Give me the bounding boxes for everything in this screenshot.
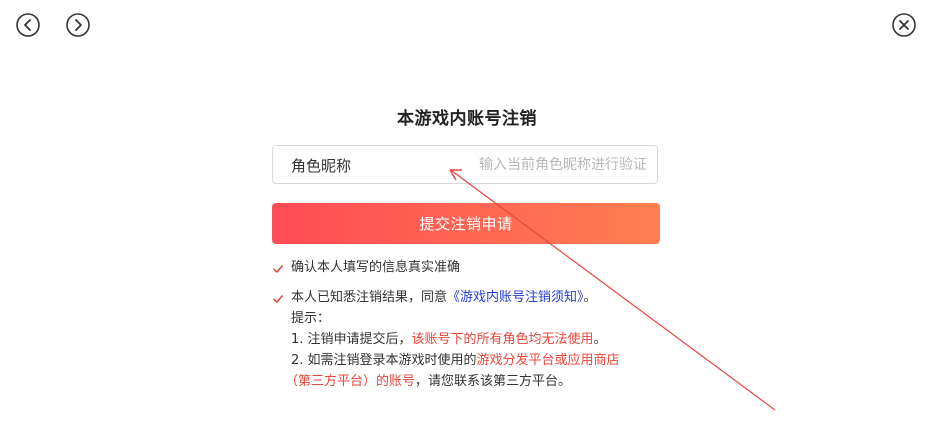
tip-2-highlight-2: （第三方平台）的账号 — [285, 374, 416, 389]
nickname-input[interactable] — [427, 152, 647, 177]
tip-2-highlight-1: 游戏分发平台或应用商店 — [476, 353, 620, 368]
agree-terms-suffix: 。 — [583, 290, 597, 305]
tip-1-prefix: 1. 注销申请提交后， — [291, 332, 412, 347]
checkmark-icon[interactable] — [272, 292, 284, 304]
back-button[interactable] — [16, 13, 40, 37]
agree-terms-text: 本人已知悉注销结果，同意《游戏内账号注销须知》。 — [291, 288, 597, 308]
tip-1-highlight: 该账号下的所有角色均无法使用 — [411, 332, 594, 347]
tips-block: 提示： 1. 注销申请提交后，该账号下的所有角色均无法使用。 2. 如需注销登录… — [285, 308, 620, 392]
agree-terms-prefix: 本人已知悉注销结果，同意 — [291, 290, 448, 305]
tip-item-1: 1. 注销申请提交后，该账号下的所有角色均无法使用。 — [291, 329, 620, 350]
tip-item-2-cont: （第三方平台）的账号，请您联系该第三方平台。 — [285, 371, 620, 392]
close-icon — [892, 13, 916, 37]
chevron-right-circle-icon — [66, 13, 90, 37]
page-title: 本游戏内账号注销 — [397, 109, 537, 129]
chevron-left-circle-icon — [16, 13, 40, 37]
nickname-label: 角色昵称 — [291, 157, 352, 175]
forward-button[interactable] — [66, 13, 90, 37]
cancellation-notice-link[interactable]: 《游戏内账号注销须知》 — [447, 290, 584, 305]
close-button[interactable] — [892, 13, 916, 37]
nickname-field[interactable]: 角色昵称 — [272, 145, 658, 184]
submit-cancellation-button[interactable]: 提交注销申请 — [272, 203, 660, 244]
tip-2-suffix: ，请您联系该第三方平台。 — [415, 374, 572, 389]
checkmark-icon[interactable] — [272, 262, 284, 274]
tips-heading: 提示： — [291, 311, 331, 326]
confirm-info-text: 确认本人填写的信息真实准确 — [291, 260, 461, 275]
tip-item-2: 2. 如需注销登录本游戏时使用的游戏分发平台或应用商店 — [291, 350, 620, 371]
tip-2-prefix: 2. 如需注销登录本游戏时使用的 — [291, 353, 477, 368]
tip-1-suffix: 。 — [593, 332, 607, 347]
